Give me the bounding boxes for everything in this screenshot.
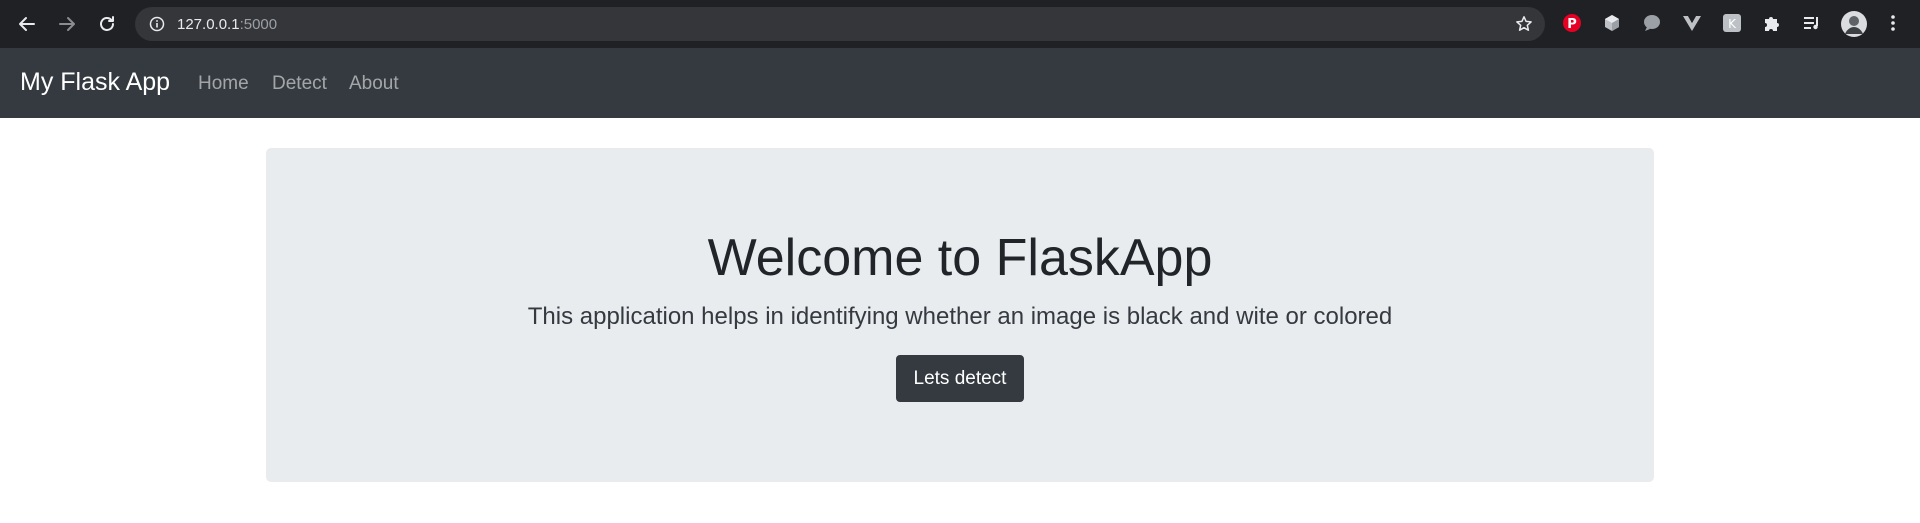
back-button[interactable]: [12, 9, 42, 39]
reload-button[interactable]: [92, 9, 122, 39]
puzzle-icon[interactable]: [1761, 12, 1783, 34]
lead-text: This application helps in identifying wh…: [527, 303, 1393, 330]
vue-icon[interactable]: [1681, 12, 1703, 34]
nav-link-home[interactable]: Home: [198, 73, 249, 95]
url-port: :5000: [239, 16, 278, 33]
address-bar[interactable]: 127.0.0.1:5000: [135, 7, 1545, 41]
speech-bubble-icon[interactable]: [1641, 12, 1663, 34]
browser-toolbar: 127.0.0.1:5000 P K: [0, 0, 1920, 48]
profile-avatar[interactable]: [1840, 10, 1868, 38]
arrow-left-icon: [19, 17, 35, 31]
jumbotron: Welcome to FlaskApp This application hel…: [266, 148, 1654, 482]
media-queue-icon[interactable]: [1801, 12, 1823, 34]
lets-detect-button[interactable]: Lets detect: [896, 355, 1024, 402]
k-extension-icon[interactable]: K: [1721, 12, 1743, 34]
pinterest-icon[interactable]: P: [1561, 12, 1583, 34]
nav-link-detect[interactable]: Detect: [272, 73, 327, 95]
svg-text:P: P: [1567, 17, 1577, 32]
navbar-brand[interactable]: My Flask App: [20, 68, 170, 97]
svg-text:K: K: [1728, 17, 1737, 31]
nav-link-about[interactable]: About: [349, 73, 399, 95]
bookmark-star-icon[interactable]: [1515, 15, 1533, 33]
page-title: Welcome to FlaskApp: [707, 229, 1213, 287]
more-menu-icon[interactable]: [1882, 12, 1904, 34]
forward-button[interactable]: [52, 9, 82, 39]
arrow-right-icon: [59, 17, 75, 31]
info-icon[interactable]: [149, 16, 165, 32]
reload-icon: [100, 16, 114, 31]
cube-icon[interactable]: [1601, 12, 1623, 34]
url-host: 127.0.0.1: [177, 16, 240, 33]
navbar: My Flask App Home Detect About: [0, 48, 1920, 118]
url-text[interactable]: 127.0.0.1:5000: [177, 16, 277, 33]
